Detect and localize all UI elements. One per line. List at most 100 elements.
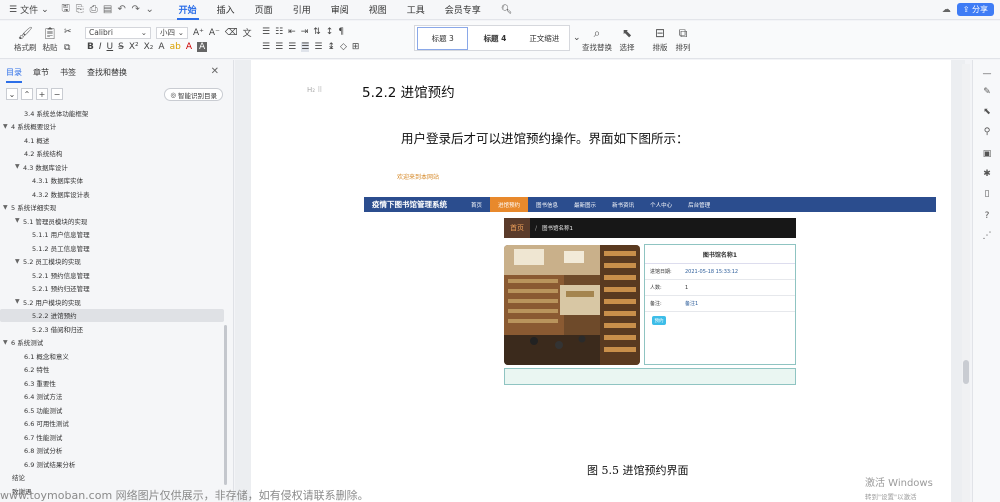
align-center-icon[interactable]: ☰: [275, 42, 283, 52]
outline-item[interactable]: ▼ 4 系统概要设计: [0, 120, 228, 134]
tab-bookmarks[interactable]: 书签: [60, 67, 76, 81]
document-scrollbar[interactable]: [962, 64, 970, 502]
file-menu[interactable]: ☰ 文件 ⌄: [0, 3, 55, 17]
clear-format-icon[interactable]: ⌫: [225, 28, 238, 38]
remove-heading-icon[interactable]: −: [51, 88, 63, 100]
share-button[interactable]: ⇪ 分享: [956, 3, 994, 16]
outline-item[interactable]: 4.3.1 数据库实体: [0, 174, 228, 188]
outline-item[interactable]: ▼ 5.2 员工模块的实现: [0, 255, 228, 269]
strikethrough-icon[interactable]: S̶: [118, 42, 124, 52]
char-shading-icon[interactable]: A: [196, 42, 208, 52]
redo-icon[interactable]: ↷: [129, 3, 143, 17]
tab-find-replace[interactable]: 查找和替换: [87, 67, 127, 81]
show-marks-icon[interactable]: ¶: [338, 27, 344, 37]
tab-page[interactable]: 页面: [245, 0, 283, 20]
outline-item[interactable]: 4.2 系统结构: [0, 147, 228, 161]
outline-item[interactable]: 6.4 测试方法: [0, 390, 228, 404]
tab-insert[interactable]: 插入: [207, 0, 245, 20]
grow-font-icon[interactable]: A⁺: [193, 28, 204, 38]
line-spacing-icon[interactable]: ↨: [327, 42, 335, 52]
font-color-icon[interactable]: A: [186, 42, 192, 52]
outline-item[interactable]: 6.7 性能测试: [0, 430, 228, 444]
shading-icon[interactable]: ◇: [340, 42, 347, 52]
decrease-indent-icon[interactable]: ⇤: [288, 27, 296, 37]
style-heading-3[interactable]: 标题 3: [417, 26, 469, 50]
save-icon[interactable]: 🖫: [59, 3, 73, 17]
expand-toggle-icon[interactable]: ▼: [15, 163, 23, 170]
text-effect-icon[interactable]: A: [158, 42, 164, 52]
copy-icon[interactable]: ⧉: [64, 43, 70, 53]
sidebar-scrollbar[interactable]: [224, 325, 227, 485]
tab-chapters[interactable]: 章节: [33, 67, 49, 81]
outline-item[interactable]: 6.6 可用性测试: [0, 417, 228, 431]
outline-item[interactable]: 5.2.3 借阅和归还: [0, 322, 228, 336]
pointer-icon[interactable]: ⬉: [981, 106, 993, 118]
bullet-list-icon[interactable]: ☰: [262, 27, 270, 37]
tab-review[interactable]: 审阅: [321, 0, 359, 20]
help-icon[interactable]: ?: [981, 210, 993, 222]
font-size-select[interactable]: 小四 ⌄: [156, 26, 188, 39]
style-more[interactable]: ⌄: [573, 33, 581, 43]
undo-icon[interactable]: ↶: [115, 3, 129, 17]
arrange-button[interactable]: ⧉ 排列: [674, 24, 692, 53]
image-tool-icon[interactable]: ▣: [981, 148, 993, 160]
expand-toggle-icon[interactable]: ▼: [15, 258, 23, 265]
print-icon[interactable]: ⎙: [87, 3, 101, 17]
outline-item[interactable]: ▼ 4.3 数据库设计: [0, 160, 228, 174]
outline-item[interactable]: 6.9 测试结果分析: [0, 457, 228, 471]
outline-item[interactable]: 6.5 功能测试: [0, 403, 228, 417]
collapse-panel-icon[interactable]: —: [981, 68, 993, 80]
smart-toc-button[interactable]: ◎ 智能识别目录: [164, 88, 223, 101]
outline-item[interactable]: 3.4 系统总体功能框架: [0, 106, 228, 120]
more-icon[interactable]: ⌄: [143, 3, 157, 17]
superscript-icon[interactable]: X²: [129, 42, 139, 52]
justify-icon[interactable]: ☰: [301, 42, 310, 52]
style-heading-4[interactable]: 标题 4: [470, 33, 519, 44]
tab-toc[interactable]: 目录: [6, 67, 22, 83]
outline-item[interactable]: ▼ 6 系统测试: [0, 336, 228, 350]
border-icon[interactable]: ⊞: [352, 42, 360, 52]
outline-item[interactable]: 结论: [0, 471, 228, 485]
cut-icon[interactable]: ✂: [64, 27, 72, 37]
add-heading-icon[interactable]: +: [36, 88, 48, 100]
italic-icon[interactable]: I: [99, 42, 102, 52]
tab-membership[interactable]: 会员专享: [435, 0, 491, 20]
expand-toggle-icon[interactable]: ▼: [15, 217, 23, 224]
format-painter-button[interactable]: 🖌 格式刷: [14, 24, 37, 53]
outline-item[interactable]: ▼ 5 系统详细实现: [0, 201, 228, 215]
align-left-icon[interactable]: ☰: [262, 42, 270, 52]
collapse-icon[interactable]: ⌄: [6, 88, 18, 100]
underline-icon[interactable]: U: [107, 42, 114, 52]
find-replace-button[interactable]: ⌕ 查找替换: [582, 24, 612, 53]
distribute-icon[interactable]: ☰: [314, 42, 322, 52]
print-preview-icon[interactable]: ▤: [101, 3, 115, 17]
tab-reference[interactable]: 引用: [283, 0, 321, 20]
document-tool-icon[interactable]: ▯: [981, 188, 993, 200]
numbered-list-icon[interactable]: ☷: [275, 27, 283, 37]
outline-item[interactable]: 6.1 概念和意义: [0, 349, 228, 363]
outline-item[interactable]: 5.1.2 员工信息管理: [0, 241, 228, 255]
highlight-icon[interactable]: ab: [170, 42, 181, 52]
sort-icon[interactable]: ↕: [326, 27, 334, 37]
outline-item[interactable]: 6.8 测试分析: [0, 444, 228, 458]
document-page[interactable]: H₂ ⠿ 5.2.2 进馆预约 用户登录后才可以进馆预约操作。界面如下图所示： …: [251, 60, 951, 502]
cloud-icon[interactable]: ☁: [942, 5, 951, 15]
tab-view[interactable]: 视图: [359, 0, 397, 20]
heading-level-handle[interactable]: H₂ ⠿: [307, 86, 322, 94]
outline-item-selected[interactable]: 5.2.2 进馆预约: [0, 308, 224, 322]
outline-item[interactable]: 4.1 概述: [0, 133, 228, 147]
font-name-select[interactable]: Calibri ⌄: [85, 26, 151, 39]
shrink-font-icon[interactable]: A⁻: [209, 28, 220, 38]
scrollbar-thumb[interactable]: [963, 360, 969, 384]
search-icon[interactable]: 🔍︎: [491, 0, 522, 20]
outline-item[interactable]: 4.3.2 数据库设计表: [0, 187, 228, 201]
export-pdf-icon[interactable]: ⎘: [73, 3, 87, 17]
bold-icon[interactable]: B: [87, 42, 94, 52]
expand-toggle-icon[interactable]: ▼: [3, 123, 11, 130]
expand-toggle-icon[interactable]: ▼: [15, 298, 23, 305]
subscript-icon[interactable]: X₂: [144, 42, 154, 52]
outline-item[interactable]: 5.1.1 用户信息管理: [0, 228, 228, 242]
outline-item[interactable]: 5.2.1 预约归还管理: [0, 282, 228, 296]
pen-icon[interactable]: ✎: [981, 86, 993, 98]
tab-tools[interactable]: 工具: [397, 0, 435, 20]
